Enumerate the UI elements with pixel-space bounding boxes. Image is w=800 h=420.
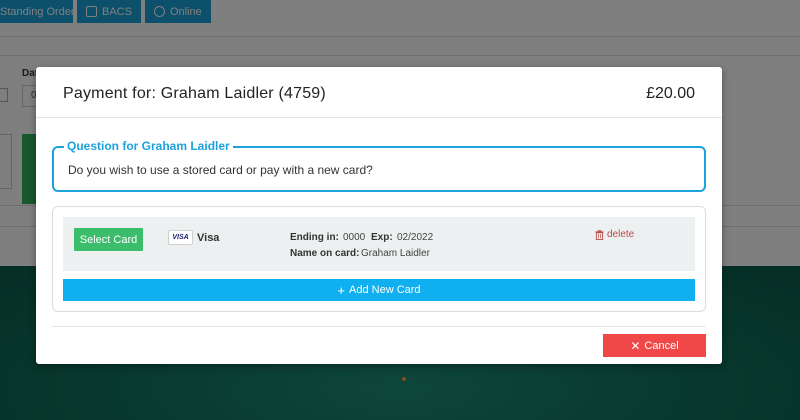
ending-in-label: Ending in: — [290, 232, 339, 243]
add-new-card-label: Add New Card — [349, 284, 421, 296]
delete-card-link[interactable]: delete — [595, 229, 634, 240]
payment-modal: Payment for: Graham Laidler (4759) £20.0… — [36, 67, 722, 364]
payment-amount: £20.00 — [646, 85, 695, 102]
cancel-label: Cancel — [644, 339, 679, 352]
footer-divider — [52, 326, 706, 327]
name-on-card-label: Name on card: — [290, 248, 360, 259]
expiry-label: Exp: — [371, 232, 393, 243]
modal-header: Payment for: Graham Laidler (4759) £20.0… — [36, 67, 722, 118]
card-brand-label: Visa — [197, 232, 220, 244]
cancel-button[interactable]: ✕ Cancel — [603, 334, 706, 357]
name-on-card-value: Graham Laidler — [361, 248, 430, 259]
trash-icon — [595, 229, 604, 240]
add-new-card-button[interactable]: + Add New Card — [63, 279, 695, 301]
delete-label: delete — [607, 229, 635, 240]
ending-in-value: 0000 — [343, 232, 366, 243]
question-text: Do you wish to use a stored card or pay … — [68, 163, 373, 177]
stored-card-row: Select Card VISA Visa Ending in: 0000 Ex… — [63, 217, 695, 271]
expiry-value: 02/2022 — [397, 232, 434, 243]
visa-card-icon: VISA — [168, 230, 193, 245]
stored-cards-panel: Select Card VISA Visa Ending in: 0000 Ex… — [52, 206, 706, 312]
question-fieldset: Question for Graham Laidler Do you wish … — [52, 139, 706, 192]
modal-title: Payment for: Graham Laidler (4759) — [63, 85, 326, 102]
question-legend: Question for Graham Laidler — [64, 139, 233, 153]
close-icon: ✕ — [630, 338, 641, 353]
select-card-button[interactable]: Select Card — [74, 228, 143, 251]
plus-icon: + — [337, 282, 346, 298]
